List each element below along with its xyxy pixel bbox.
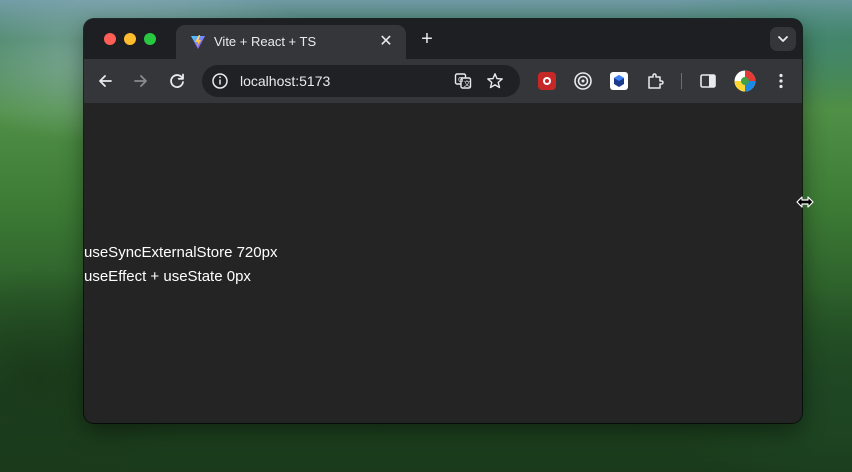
target-extension-icon[interactable]	[573, 71, 593, 91]
window-minimize-button[interactable]	[124, 33, 136, 45]
resize-cursor-icon	[796, 196, 814, 208]
toolbar-divider	[681, 73, 682, 89]
bookmark-star-icon[interactable]	[486, 72, 504, 90]
page-content: useSyncExternalStore 720px useEffect + u…	[84, 103, 802, 423]
kebab-menu-icon[interactable]	[771, 71, 791, 91]
tab-search-button[interactable]	[770, 27, 796, 51]
tab-title: Vite + React + TS	[214, 34, 317, 49]
window-close-button[interactable]	[104, 33, 116, 45]
address-bar[interactable]: localhost:5173 G 文	[202, 65, 520, 97]
cube-extension-icon[interactable]	[609, 71, 629, 91]
window-maximize-button[interactable]	[144, 33, 156, 45]
tab-strip: Vite + React + TS ✕ +	[84, 19, 802, 59]
tab-active[interactable]: Vite + React + TS ✕	[176, 25, 406, 59]
site-info-icon[interactable]	[211, 72, 229, 90]
effect-state-line: useEffect + useState 0px	[84, 268, 251, 285]
reload-icon[interactable]	[165, 69, 189, 93]
new-tab-button[interactable]: +	[416, 28, 438, 50]
tab-close-icon[interactable]: ✕	[376, 32, 396, 52]
sync-external-store-line: useSyncExternalStore 720px	[84, 244, 278, 261]
browser-window: Vite + React + TS ✕ + localhost:5173 G 文…	[84, 19, 802, 423]
forward-icon[interactable]	[129, 69, 153, 93]
url-text[interactable]: localhost:5173	[240, 73, 330, 89]
red-extension-icon[interactable]	[537, 71, 557, 91]
back-icon[interactable]	[93, 69, 117, 93]
vite-logo-icon	[191, 35, 205, 49]
browser-toolbar: localhost:5173 G 文	[84, 59, 802, 103]
svg-text:文: 文	[464, 79, 471, 88]
profile-avatar[interactable]	[734, 70, 756, 92]
chevron-down-icon	[778, 36, 788, 42]
puzzle-extensions-icon[interactable]	[645, 71, 665, 91]
side-panel-icon[interactable]	[698, 71, 718, 91]
translate-icon[interactable]: G 文	[454, 72, 472, 90]
